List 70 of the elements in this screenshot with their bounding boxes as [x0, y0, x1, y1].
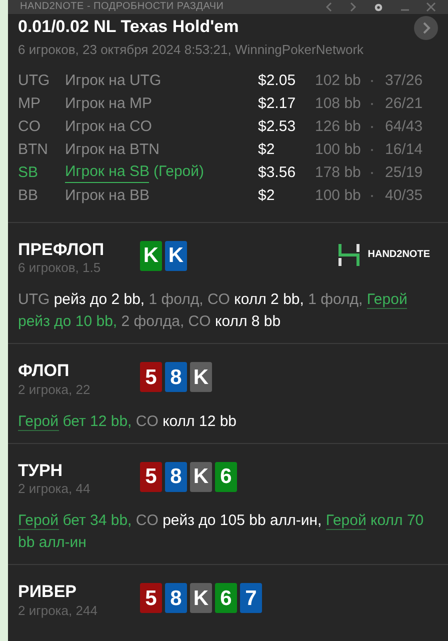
player-name: Игрок на BTN — [65, 140, 160, 160]
player-name: Игрок на CO — [65, 117, 152, 137]
action-text: Герой бет 34 bb, CO рейз до 105 bb алл-ин, Герой колл 70 bb алл-ин — [18, 511, 425, 554]
back-icon[interactable] — [325, 2, 333, 12]
playing-card: 6 — [215, 462, 237, 492]
playing-card: K — [190, 583, 212, 614]
player-name[interactable]: Игрок на SB — [65, 163, 150, 184]
playing-card: K — [140, 240, 162, 271]
player-stats: 16/14 — [385, 140, 423, 160]
street-name: РИВЕР — [18, 581, 78, 602]
hand-title: 0.01/0.02 NL Texas Hold'em — [18, 16, 240, 38]
position-label: CO — [18, 117, 42, 137]
action-text: Герой бет 12 bb, CO колл 12 bb — [18, 412, 238, 433]
hero-link[interactable]: Герой — [18, 412, 59, 431]
stack-bb: 126 bb — [315, 117, 362, 137]
settings-icon[interactable] — [373, 2, 384, 12]
window-title: HAND2NOTE - ПОДРОБНОСТИ РАЗДАЧИ — [20, 2, 224, 12]
street-name: ФЛОП — [18, 360, 70, 382]
playing-card: 5 — [140, 362, 162, 392]
playing-card: 5 — [140, 462, 162, 492]
playing-card: K — [190, 462, 212, 492]
player-stats: 25/19 — [385, 163, 423, 183]
playing-card: 7 — [240, 583, 262, 614]
player-name: Игрок на MP — [65, 94, 152, 114]
playing-card: 5 — [140, 583, 162, 614]
stack-bb: 178 bb — [315, 163, 362, 183]
playing-card: 8 — [165, 583, 187, 614]
position-label: BB — [18, 186, 40, 206]
next-icon[interactable] — [414, 16, 438, 40]
playing-card: K — [190, 362, 212, 392]
player-name: Игрок на BB — [65, 186, 150, 206]
action-text: UTG рейз до 2 bb, 1 фолд, CO колл 2 bb, 1 фолд, Герой рейз до 10 bb, 2 фолда, CO колл 8 bb — [18, 290, 408, 332]
stack-amount: $2.53 — [258, 117, 297, 137]
stack-amount: $2.05 — [258, 71, 297, 91]
hand-subtitle: 6 игроков, 23 октября 2024 8:53:21, WinningPokerNetwork — [18, 41, 364, 60]
stack-amount: $3.56 — [258, 163, 297, 183]
street-info: 6 игроков, 1.5 — [18, 260, 102, 276]
position-label: SB — [18, 163, 40, 183]
forward-icon[interactable] — [349, 2, 357, 12]
position-label: MP — [18, 94, 42, 114]
stack-bb: 100 bb — [315, 140, 362, 160]
playing-card: K — [165, 240, 187, 271]
player-stats: 37/26 — [385, 71, 423, 91]
street-name: ТУРН — [18, 460, 64, 481]
logo-text: HAND2NOTE — [368, 248, 430, 262]
player-name: Игрок на UTG — [65, 71, 162, 91]
hero-link[interactable]: Герой — [18, 512, 59, 530]
hero-tag: (Герой) — [153, 163, 204, 184]
close-icon[interactable] — [426, 2, 436, 12]
stack-amount: $2 — [258, 186, 276, 206]
stack-bb: 102 bb — [315, 71, 362, 91]
player-stats: 26/21 — [385, 94, 423, 114]
street-info: 2 игрока, 22 — [18, 382, 92, 398]
playing-card: 6 — [215, 583, 237, 614]
street-info: 2 игрока, 44 — [18, 481, 92, 498]
stack-amount: $2.17 — [258, 94, 297, 114]
playing-card: 8 — [165, 362, 187, 392]
stack-bb: 108 bb — [315, 94, 362, 114]
street-name: ПРЕФЛОП — [18, 238, 106, 260]
position-label: BTN — [18, 140, 49, 160]
player-stats: 40/35 — [385, 186, 423, 206]
hero-link[interactable]: Герой — [326, 512, 366, 530]
position-label: UTG — [18, 71, 51, 91]
playing-card: 8 — [165, 462, 187, 492]
stack-amount: $2 — [258, 140, 276, 160]
hero-link[interactable]: Герой — [366, 291, 408, 310]
stack-bb: 100 bb — [315, 186, 362, 206]
player-stats: 64/43 — [385, 117, 423, 137]
street-info: 2 игрока, 244 — [18, 602, 98, 619]
logo-icon — [338, 242, 362, 267]
